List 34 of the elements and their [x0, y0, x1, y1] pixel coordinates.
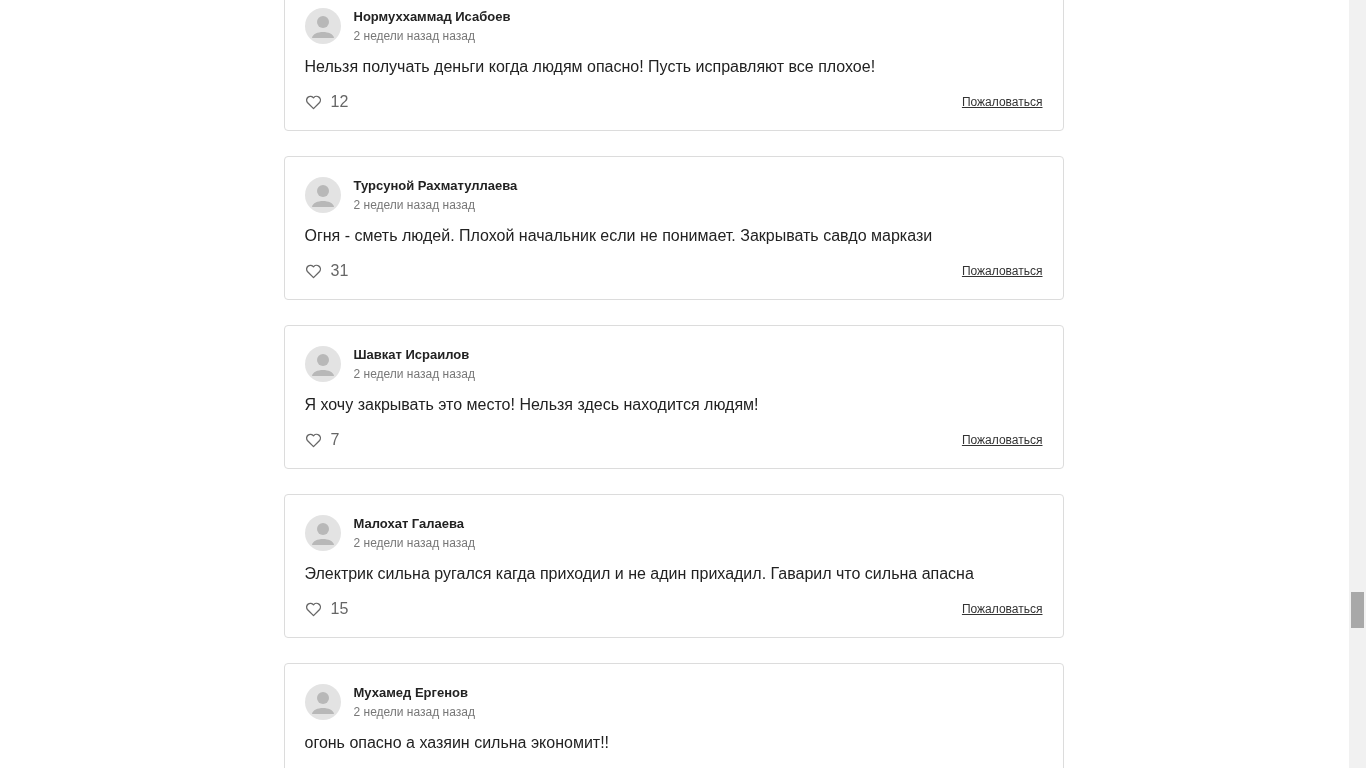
report-link[interactable]: Пожаловаться [961, 602, 1043, 616]
comment-time: 2 недели назад назад [353, 705, 475, 719]
comment-text: Нельзя получать деньги когда людям опасно! Пусть исправляют все плохое! [304, 58, 877, 76]
comment-text: огонь опасно а хазяин сильна экономит!! [304, 734, 611, 752]
comment-text: Я хочу закрывать это место! Нельзя здесь находится людям! [304, 396, 760, 414]
scrollbar-thumb[interactable] [1351, 592, 1364, 628]
avatar-icon [304, 515, 341, 551]
author-name: Нормуххаммад Исабоев [353, 9, 511, 24]
comment-text: Электрик сильна ругался кагда приходил и не адин прихадил. Гаварил что сильна апасна [304, 565, 975, 583]
report-link[interactable]: Пожаловаться [961, 264, 1043, 278]
author-name: Турсуной Рахматуллаева [353, 178, 518, 193]
scrollbar[interactable] [1349, 0, 1366, 768]
report-link[interactable]: Пожаловаться [961, 95, 1043, 109]
author-name: Шавкат Исраилов [353, 347, 471, 362]
heart-icon[interactable] [304, 432, 322, 448]
comment-time: 2 недели назад назад [353, 367, 475, 381]
heart-icon[interactable] [304, 601, 322, 617]
like-count: 15 [330, 600, 349, 618]
comment-time: 2 недели назад назад [353, 198, 476, 212]
comment-time: 2 недели назад назад [353, 29, 476, 43]
author-name: Малохат Галаева [353, 516, 466, 531]
comment-time: 2 недели назад назад [353, 536, 475, 550]
like-count: 7 [330, 431, 340, 449]
like-count: 12 [330, 93, 349, 111]
author-name: Мухамед Ергенов [353, 685, 469, 700]
report-link[interactable]: Пожаловаться [961, 433, 1043, 447]
comment-text: Огня - сметь людей. Плохой начальник если не понимает. Закрывать савдо маркази [304, 227, 934, 245]
avatar-icon [304, 346, 341, 382]
avatar-icon [304, 684, 341, 720]
heart-icon[interactable] [304, 263, 322, 279]
like-count: 31 [330, 262, 349, 280]
heart-icon[interactable] [304, 94, 322, 110]
avatar-icon [304, 177, 341, 213]
avatar-icon [304, 8, 341, 44]
